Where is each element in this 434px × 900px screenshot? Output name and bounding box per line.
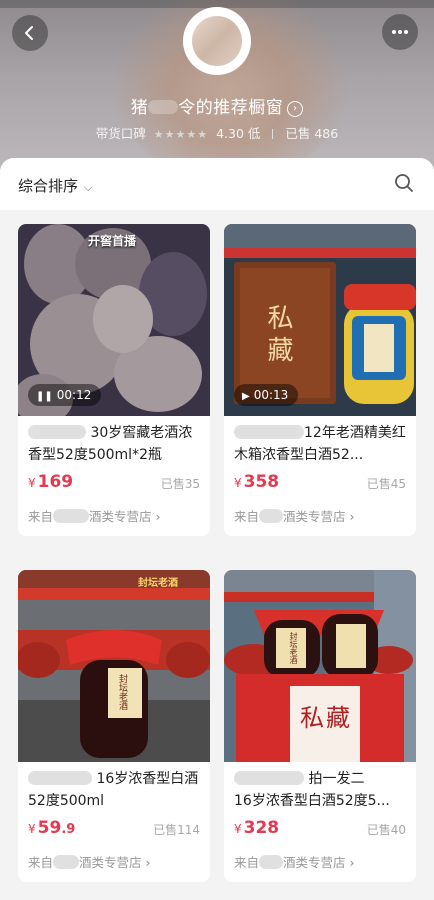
shop-header: 猪 令的推荐橱窗 › 带货口碑 ★★★★★ 4.30 低 已售 486 bbox=[0, 0, 434, 175]
currency-symbol: ¥ bbox=[234, 822, 242, 836]
chevron-right-icon: › bbox=[145, 855, 151, 870]
video-duration-badge: ❚❚ 00:12 bbox=[28, 384, 102, 406]
banner-text: 封坛老酒 bbox=[138, 578, 178, 589]
search-icon[interactable] bbox=[393, 172, 415, 194]
shop-avatar[interactable] bbox=[183, 7, 251, 75]
product-title[interactable]: 16岁浓香型白酒52度500ml bbox=[18, 762, 210, 812]
product-card[interactable]: 开窖首播 ❚❚ 00:12 30岁窖藏老酒浓香型52度500ml*2瓶 ¥169 … bbox=[18, 224, 210, 536]
reputation-label: 带货口碑 bbox=[95, 126, 146, 141]
shop-sold-count: 已售 486 bbox=[285, 126, 339, 141]
product-card[interactable]: 私藏 ▶ 00:13 12年老酒精美红木箱浓香型白酒52... ¥358 已售45… bbox=[224, 224, 416, 536]
redacted-text bbox=[259, 855, 284, 869]
chevron-right-circle-icon: › bbox=[287, 101, 304, 117]
price-value: 328 bbox=[243, 818, 280, 838]
rating-value: 4.30 bbox=[216, 126, 244, 141]
product-image[interactable]: 私藏 ▶ 00:13 bbox=[224, 224, 416, 416]
sort-dropdown[interactable]: 综合排序 ⌵ bbox=[18, 175, 92, 196]
product-image[interactable]: 封坛老酒 封坛老酒 bbox=[18, 570, 210, 762]
box-text: 私藏 bbox=[263, 304, 293, 368]
product-image[interactable]: 开窖首播 ❚❚ 00:12 bbox=[18, 224, 210, 416]
jar-label: 封坛老酒 bbox=[289, 632, 298, 664]
redacted-text bbox=[53, 855, 80, 869]
shop-rating-line: 带货口碑 ★★★★★ 4.30 低 已售 486 bbox=[0, 123, 434, 142]
product-price: ¥328 bbox=[234, 818, 279, 838]
price-row: ¥169 已售35 bbox=[18, 466, 210, 502]
pause-icon: ❚❚ bbox=[36, 391, 53, 402]
product-photo bbox=[224, 570, 416, 762]
chevron-left-icon bbox=[25, 26, 33, 40]
currency-symbol: ¥ bbox=[28, 822, 36, 836]
play-icon: ▶ bbox=[242, 391, 250, 402]
chevron-right-icon: › bbox=[155, 509, 161, 524]
shop-title-suffix: 令的推荐橱窗 bbox=[178, 98, 284, 118]
price-row: ¥59.9 已售114 bbox=[18, 812, 210, 848]
store-prefix: 来自 bbox=[234, 855, 260, 870]
store-prefix: 来自 bbox=[28, 855, 54, 870]
product-card[interactable]: 私藏 封坛老酒 拍一发二 16岁浓香型白酒52度5... ¥328 已售40 来自… bbox=[224, 570, 416, 882]
store-prefix: 来自 bbox=[234, 509, 260, 524]
store-link[interactable]: 来自 酒类专营店 › bbox=[224, 502, 416, 536]
image-tag: 开窖首播 bbox=[88, 234, 137, 248]
currency-symbol: ¥ bbox=[234, 476, 242, 490]
store-suffix: 酒类专营店 bbox=[79, 855, 142, 870]
sold-count: 已售45 bbox=[366, 477, 406, 491]
more-button[interactable] bbox=[382, 14, 418, 50]
redacted-text bbox=[28, 771, 92, 785]
store-link[interactable]: 来自 酒类专营店 › bbox=[18, 502, 210, 536]
price-decimal: .9 bbox=[61, 822, 76, 837]
sold-count: 已售114 bbox=[153, 823, 200, 837]
chevron-right-icon: › bbox=[349, 509, 355, 524]
price-row: ¥328 已售40 bbox=[224, 812, 416, 848]
store-suffix: 酒类专营店 bbox=[283, 855, 346, 870]
price-value: 358 bbox=[243, 472, 280, 492]
shop-title-prefix: 猪 bbox=[130, 98, 149, 118]
avatar-image bbox=[192, 16, 242, 66]
price-value: 169 bbox=[37, 472, 74, 492]
price-row: ¥358 已售45 bbox=[224, 466, 416, 502]
back-button[interactable] bbox=[12, 15, 48, 51]
video-time: 00:12 bbox=[56, 388, 92, 402]
product-title[interactable]: 30岁窖藏老酒浓香型52度500ml*2瓶 bbox=[18, 416, 210, 466]
jar-label: 封坛老酒 bbox=[117, 674, 127, 710]
product-title-line2: 16岁浓香型白酒52度5... bbox=[234, 793, 390, 809]
video-time: 00:13 bbox=[253, 388, 289, 402]
redacted-text bbox=[259, 509, 284, 523]
box-text: 私藏 bbox=[300, 704, 352, 732]
product-sheet: 综合排序 ⌵ 开窖首播 ❚❚ 00:12 30岁窖藏老酒浓香型52度500ml*2瓶 bbox=[0, 158, 434, 900]
divider bbox=[272, 129, 274, 139]
product-image[interactable]: 私藏 封坛老酒 bbox=[224, 570, 416, 762]
price-value: 59 bbox=[37, 818, 62, 838]
product-price: ¥358 bbox=[234, 472, 279, 492]
product-photo bbox=[18, 570, 210, 762]
sort-bar: 综合排序 ⌵ bbox=[0, 158, 434, 210]
product-title-line1: 拍一发二 bbox=[308, 771, 365, 787]
store-suffix: 酒类专营店 bbox=[283, 509, 346, 524]
rating-stars-icon: ★★★★★ bbox=[153, 128, 209, 141]
sold-count: 已售40 bbox=[366, 823, 406, 837]
store-prefix: 来自 bbox=[28, 509, 54, 524]
chevron-right-icon: › bbox=[349, 855, 355, 870]
sort-label: 综合排序 bbox=[18, 177, 79, 195]
product-card[interactable]: 封坛老酒 封坛老酒 16岁浓香型白酒52度500ml ¥59.9 已售114 来… bbox=[18, 570, 210, 882]
more-dots-icon bbox=[392, 30, 408, 34]
video-duration-badge: ▶ 00:13 bbox=[234, 384, 299, 406]
store-link[interactable]: 来自 酒类专营店 › bbox=[18, 848, 210, 882]
product-price: ¥59.9 bbox=[28, 818, 75, 838]
redacted-text bbox=[234, 771, 304, 785]
redacted-text bbox=[53, 509, 90, 523]
redacted-text bbox=[28, 425, 86, 439]
store-link[interactable]: 来自 酒类专营店 › bbox=[224, 848, 416, 882]
product-price: ¥169 bbox=[28, 472, 73, 492]
redacted-text bbox=[234, 425, 304, 439]
shop-title[interactable]: 猪 令的推荐橱窗 › bbox=[0, 93, 434, 118]
rating-level: 低 bbox=[247, 126, 261, 141]
currency-symbol: ¥ bbox=[28, 476, 36, 490]
chevron-down-icon: ⌵ bbox=[84, 181, 93, 194]
sold-count: 已售35 bbox=[160, 477, 200, 491]
redacted-name bbox=[148, 100, 179, 114]
store-suffix: 酒类专营店 bbox=[89, 509, 152, 524]
product-title[interactable]: 拍一发二 16岁浓香型白酒52度5... bbox=[224, 762, 416, 812]
product-title[interactable]: 12年老酒精美红木箱浓香型白酒52... bbox=[224, 416, 416, 466]
